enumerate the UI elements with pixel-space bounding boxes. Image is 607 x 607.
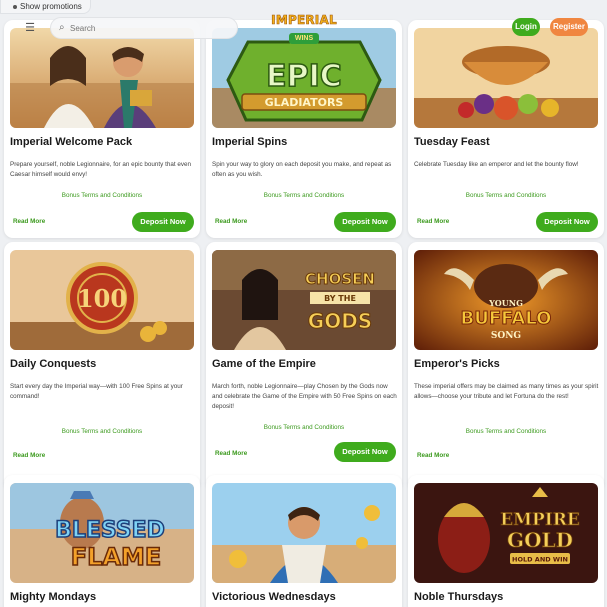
deposit-now-button[interactable]: Deposit Now (334, 212, 396, 232)
promo-title: Noble Thursdays (414, 591, 504, 603)
promo-image-chosen-by-the-gods[interactable]: CHOSEN BY THE GODS (212, 250, 396, 350)
promo-card: YOUNG BUFFALO SONG Emperor's Picks These… (408, 242, 604, 490)
toggle-indicator-icon (13, 4, 17, 9)
deposit-now-button[interactable]: Deposit Now (334, 442, 396, 462)
bonus-terms-link[interactable]: Bonus Terms and Conditions (408, 192, 604, 199)
promo-title: Game of the Empire (212, 358, 316, 370)
search-input[interactable] (70, 21, 230, 35)
image-caption-young: YOUNG (488, 298, 523, 308)
image-caption-gold: GOLD (507, 528, 573, 552)
imperial-wins-logo[interactable]: IMPERIAL WINS (266, 13, 342, 44)
bonus-terms-link[interactable]: Bonus Terms and Conditions (408, 428, 604, 435)
promo-description: Start every day the Imperial way—with 10… (10, 383, 183, 400)
read-more-link[interactable]: Read More (417, 452, 449, 459)
show-promotions-label: Show promotions (20, 2, 82, 11)
image-caption-epic: EPIC (266, 59, 342, 94)
bonus-terms-link[interactable]: Bonus Terms and Conditions (206, 192, 402, 199)
site-header: ☰ ⌕ IMPERIAL WINS Login Register (0, 10, 607, 46)
promo-card: 100 Daily Conquests Start every day the … (4, 242, 200, 490)
search-bar[interactable]: ⌕ (50, 17, 238, 39)
promo-description: Spin your way to glory on each deposit y… (212, 161, 392, 178)
image-caption-blessed: BLESSED (55, 518, 165, 543)
promo-image-100-spins[interactable]: 100 (10, 250, 194, 350)
image-caption-song: SONG (491, 331, 521, 341)
promo-card: BLESSED FLAME Mighty Mondays (4, 475, 200, 607)
promo-card: EPIC GLADIATORS Imperial Spins Spin your… (206, 20, 402, 238)
promo-title: Victorious Wednesdays (212, 591, 336, 603)
promo-description: These imperial offers may be claimed as … (414, 383, 599, 400)
promo-image-victorious-wednesdays[interactable] (212, 483, 396, 583)
promo-title: Imperial Spins (212, 136, 288, 148)
promo-card: Tuesday Feast Celebrate Tuesday like an … (408, 20, 604, 238)
bonus-terms-link[interactable]: Bonus Terms and Conditions (4, 192, 200, 199)
read-more-link[interactable]: Read More (13, 452, 45, 459)
deposit-now-button[interactable]: Deposit Now (536, 212, 598, 232)
image-caption-by-the: BY THE (324, 294, 356, 303)
image-caption-flame: FLAME (71, 543, 162, 571)
promo-image-blessed-flame[interactable]: BLESSED FLAME (10, 483, 194, 583)
deposit-now-button[interactable]: Deposit Now (132, 212, 194, 232)
hamburger-menu-icon[interactable]: ☰ (20, 19, 40, 37)
image-caption-empire: EMPIRE (500, 510, 580, 530)
read-more-link[interactable]: Read More (215, 450, 247, 457)
search-icon: ⌕ (59, 22, 65, 33)
image-caption-buffalo: BUFFALO (461, 308, 552, 329)
image-caption-100: 100 (77, 284, 127, 313)
bonus-terms-link[interactable]: Bonus Terms and Conditions (206, 424, 402, 431)
promo-card: Victorious Wednesdays (206, 475, 402, 607)
image-caption-gladiators: GLADIATORS (265, 96, 344, 109)
promo-description: Prepare yourself, noble Legionnaire, for… (10, 161, 191, 178)
promo-image-empire-gold[interactable]: EMPIRE GOLD HOLD AND WIN (414, 483, 598, 583)
promo-description: March forth, noble Legionnaire—play Chos… (212, 383, 397, 410)
promo-image-young-buffalo-song[interactable]: YOUNG BUFFALO SONG (414, 250, 598, 350)
promo-title: Imperial Welcome Pack (10, 136, 133, 148)
show-promotions-toggle[interactable]: Show promotions (0, 0, 91, 14)
promo-description: Celebrate Tuesday like an emperor and le… (414, 161, 579, 168)
promo-card: EMPIRE GOLD HOLD AND WIN Noble Thursdays (408, 475, 604, 607)
login-button[interactable]: Login (512, 18, 540, 36)
image-caption-gods: GODS (308, 309, 372, 333)
register-button[interactable]: Register (550, 18, 588, 36)
image-caption-hold-and-win: HOLD AND WIN (512, 556, 568, 564)
promo-title: Daily Conquests (10, 358, 97, 370)
read-more-link[interactable]: Read More (13, 218, 45, 225)
bonus-terms-link[interactable]: Bonus Terms and Conditions (4, 428, 200, 435)
promo-title: Tuesday Feast (414, 136, 490, 148)
promo-card: CHOSEN BY THE GODS Game of the Empire Ma… (206, 242, 402, 490)
promo-card: Imperial Welcome Pack Prepare yourself, … (4, 20, 200, 238)
logo-wordmark-bottom: WINS (288, 33, 320, 44)
promo-title: Emperor's Picks (414, 358, 500, 370)
image-caption-chosen: CHOSEN (305, 270, 375, 288)
read-more-link[interactable]: Read More (215, 218, 247, 225)
promo-title: Mighty Mondays (10, 591, 97, 603)
read-more-link[interactable]: Read More (417, 218, 449, 225)
logo-wordmark-top: IMPERIAL (271, 13, 337, 28)
